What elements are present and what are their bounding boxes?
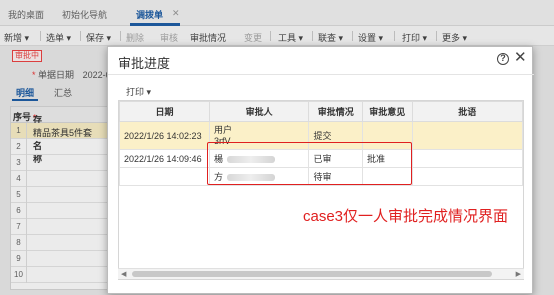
cell-date: 2022/1/26 14:02:23: [119, 121, 210, 150]
table-header-row: 日期 审批人 审批情况 审批意见 批语: [119, 101, 523, 122]
cell-comment: [411, 167, 523, 186]
horizontal-scrollbar[interactable]: ◀ ▶: [118, 268, 524, 279]
dialog-divider: [108, 74, 534, 75]
col-date: 日期: [119, 101, 210, 122]
dialog-title: 审批进度: [118, 56, 171, 71]
scrollbar-thumb[interactable]: [132, 271, 492, 277]
close-icon[interactable]: ✕: [514, 50, 527, 66]
cell-comment: [411, 121, 523, 150]
cell-date: [119, 167, 210, 186]
help-icon[interactable]: ?: [497, 53, 509, 65]
col-comment: 批语: [411, 101, 523, 122]
cell-comment: [411, 149, 523, 168]
highlight-box: [207, 142, 412, 185]
print-button[interactable]: 打印 ▾: [126, 85, 151, 98]
scroll-left-icon[interactable]: ◀: [121, 270, 126, 278]
col-approver: 审批人: [208, 101, 310, 122]
scroll-right-icon[interactable]: ▶: [516, 270, 521, 278]
col-approval-opinion: 审批意见: [362, 101, 413, 122]
approval-table-container: 日期 审批人 审批情况 审批意见 批语 2022/1/26 14:02:23 用…: [118, 100, 524, 280]
col-approval-status: 审批情况: [308, 101, 363, 122]
annotation-text: case3仅一人审批完成情况界面: [303, 208, 509, 225]
cell-date: 2022/1/26 14:09:46: [119, 149, 210, 168]
approval-progress-dialog: 审批进度 ? ✕ 打印 ▾ 日期 审批人 审批情况 审批意见 批语 2022/1…: [107, 46, 534, 294]
